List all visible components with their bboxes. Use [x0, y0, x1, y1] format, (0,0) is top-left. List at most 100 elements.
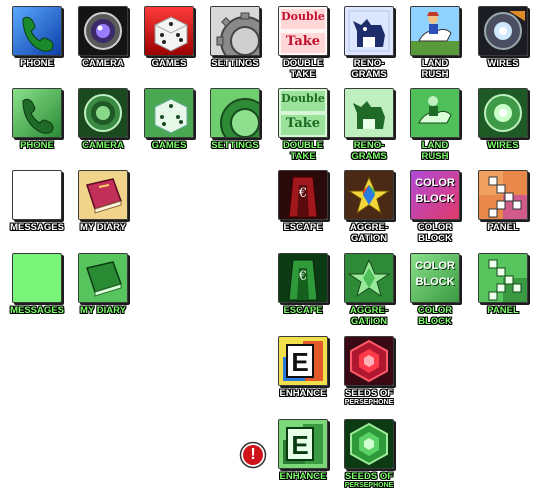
games-app-icon[interactable]: GAMES	[144, 6, 194, 69]
seeds-label-line1: SEEDS OF	[344, 388, 394, 399]
seeds-of-persephone-app-icon-selected[interactable]: SEEDS OF PERSEPHONE	[344, 419, 394, 489]
rider-icon	[410, 6, 460, 56]
svg-text:E: E	[291, 430, 308, 460]
phone-app-icon[interactable]: PHONE	[12, 6, 62, 69]
messages-app-icon[interactable]: MESSAGES	[10, 170, 64, 233]
double-take-app-icon-selected[interactable]: Double Take DOUBLE TAKE	[278, 88, 328, 162]
diary-book-icon	[78, 170, 128, 220]
land-rush-label: LAND RUSH	[396, 58, 474, 80]
seeds-label-line1: SEEDS OF	[344, 471, 394, 482]
phone-icon	[12, 88, 62, 138]
wires-orb-icon	[478, 88, 528, 138]
seeds-of-persephone-label: SEEDS OF PERSEPHONE	[330, 471, 408, 490]
seeds-label-line2: PERSEPHONE	[344, 482, 394, 489]
enhance-app-icon[interactable]: E ENHANCE	[278, 336, 328, 399]
color-block-label-line2: BLOCK	[418, 316, 452, 327]
my-diary-label: MY DIARY	[80, 222, 126, 233]
dice-icon	[144, 6, 194, 56]
renograms-app-icon[interactable]: RENO- GRAMS	[344, 6, 394, 80]
messages-icon	[12, 253, 62, 303]
dice-icon	[144, 88, 194, 138]
color-block-label: COLOR BLOCK	[396, 305, 474, 327]
camera-app-icon[interactable]: CAMERA	[78, 6, 128, 69]
double-take-art-text-2: Take	[285, 34, 321, 49]
land-rush-label-line2: RUSH	[421, 151, 449, 162]
panel-label: PANEL	[487, 305, 519, 316]
diary-book-icon	[78, 253, 128, 303]
aggregation-app-icon[interactable]: AGGRE- GATION	[344, 170, 394, 244]
my-diary-app-icon[interactable]: MY DIARY	[78, 170, 128, 233]
renograms-app-icon-selected[interactable]: RENO- GRAMS	[344, 88, 394, 162]
wires-app-icon[interactable]: WIRES	[478, 6, 528, 69]
land-rush-label-line1: LAND	[421, 140, 449, 151]
color-block-art-text-1: COLOR	[415, 260, 455, 272]
color-block-art-icon: COLOR BLOCK	[410, 170, 460, 220]
land-rush-app-icon[interactable]: LAND RUSH	[410, 6, 460, 80]
phone-app-icon-selected[interactable]: PHONE	[12, 88, 62, 151]
settings-app-icon[interactable]: SETTINGS	[210, 6, 260, 69]
double-take-app-icon[interactable]: Double Take DOUBLE TAKE	[278, 6, 328, 80]
hex-seed-icon	[344, 336, 394, 386]
enhance-letter-icon: E	[278, 419, 328, 469]
dog-icon	[344, 6, 394, 56]
my-diary-label: MY DIARY	[80, 305, 126, 316]
wires-label: WIRES	[487, 58, 519, 69]
double-take-art-text-1: Double	[281, 92, 325, 105]
land-rush-label-line1: LAND	[421, 58, 449, 69]
phone-icon	[12, 6, 62, 56]
color-block-label-line1: COLOR	[417, 305, 453, 316]
color-block-art-text-2: BLOCK	[415, 276, 455, 288]
wires-app-icon-selected[interactable]: WIRES	[478, 88, 528, 151]
enhance-letter-icon: E	[278, 336, 328, 386]
panel-app-icon-selected[interactable]: PANEL	[478, 253, 528, 316]
gear-icon	[210, 6, 260, 56]
star-cube-icon	[344, 170, 394, 220]
land-rush-label: LAND RUSH	[396, 140, 474, 162]
escape-door-icon: €	[278, 170, 328, 220]
camera-lens-icon	[78, 6, 128, 56]
double-take-art-icon: Double Take	[278, 88, 328, 138]
panel-app-icon[interactable]: PANEL	[478, 170, 528, 233]
double-take-art-text-1: Double	[281, 10, 325, 23]
settings-label: SETTINGS	[211, 58, 259, 69]
escape-app-icon[interactable]: € ESCAPE	[278, 170, 328, 233]
svg-text:€: €	[298, 186, 307, 201]
color-block-label-line2: BLOCK	[418, 233, 452, 244]
color-block-art-text-2: BLOCK	[415, 193, 455, 205]
alert-glyph: !	[250, 446, 256, 463]
games-app-icon-selected[interactable]: GAMES	[144, 88, 194, 151]
panel-label: PANEL	[487, 222, 519, 233]
seeds-label-line2: PERSEPHONE	[344, 399, 394, 406]
panel-grid-icon	[478, 253, 528, 303]
double-take-art-text-2: Take	[285, 116, 321, 131]
rider-icon	[410, 88, 460, 138]
seeds-of-persephone-app-icon[interactable]: SEEDS OF PERSEPHONE	[344, 336, 394, 406]
settings-app-icon-selected[interactable]: SETTINGS	[210, 88, 260, 151]
gear-icon	[210, 88, 260, 138]
camera-app-icon-selected[interactable]: CAMERA	[78, 88, 128, 151]
messages-app-icon-selected[interactable]: MESSAGES	[10, 253, 64, 316]
enhance-app-icon-selected[interactable]: E ENHANCE	[278, 419, 328, 482]
color-block-art-icon: COLOR BLOCK	[410, 253, 460, 303]
escape-app-icon-selected[interactable]: € ESCAPE	[278, 253, 328, 316]
color-block-label-line1: COLOR	[417, 222, 453, 233]
aggregation-app-icon-selected[interactable]: AGGRE- GATION	[344, 253, 394, 327]
settings-label: SETTINGS	[211, 140, 259, 151]
star-cube-icon	[344, 253, 394, 303]
alert-icon[interactable]: !	[239, 441, 267, 469]
camera-lens-icon	[78, 88, 128, 138]
seeds-of-persephone-label: SEEDS OF PERSEPHONE	[330, 388, 408, 407]
land-rush-app-icon-selected[interactable]: LAND RUSH	[410, 88, 460, 162]
my-diary-app-icon-selected[interactable]: MY DIARY	[78, 253, 128, 316]
wires-orb-icon	[478, 6, 528, 56]
land-rush-label-line2: RUSH	[421, 69, 449, 80]
color-block-app-icon[interactable]: COLOR BLOCK COLOR BLOCK	[410, 170, 460, 244]
panel-grid-icon	[478, 170, 528, 220]
svg-text:€: €	[298, 269, 307, 284]
escape-door-icon: €	[278, 253, 328, 303]
wires-label: WIRES	[487, 140, 519, 151]
color-block-art-text-1: COLOR	[415, 177, 455, 189]
color-block-app-icon-selected[interactable]: COLOR BLOCK COLOR BLOCK	[410, 253, 460, 327]
messages-icon	[12, 170, 62, 220]
svg-text:E: E	[291, 347, 308, 377]
